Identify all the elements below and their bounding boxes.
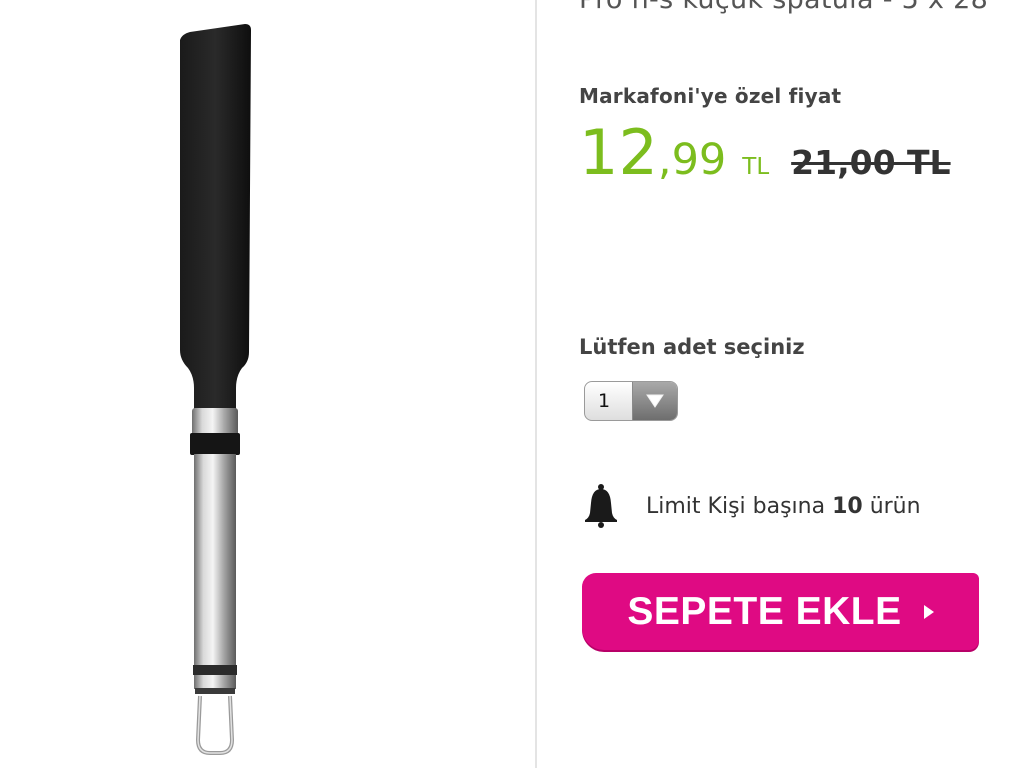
quantity-select[interactable]: 1 <box>584 381 678 421</box>
price-row: 12 ,99 TL 21,00 TL <box>579 122 951 198</box>
special-price-caption: Markafoni'ye özel fiyat <box>579 84 842 108</box>
add-to-cart-button[interactable]: SEPETE EKLE <box>582 573 979 650</box>
product-page: Pro n-s küçük spatula - 5 x 28 Markafoni… <box>0 0 1024 768</box>
add-to-cart-label: SEPETE EKLE <box>627 589 902 633</box>
price-currency: TL <box>742 154 770 180</box>
limit-count: 10 <box>832 493 863 519</box>
product-image-panel <box>0 0 535 768</box>
quantity-value: 1 <box>598 390 611 412</box>
play-arrow-icon <box>923 604 934 619</box>
limit-suffix: ürün <box>862 493 921 519</box>
price-integer: 12 <box>579 116 658 189</box>
product-title: Pro n-s küçük spatula - 5 x 28 <box>579 0 988 15</box>
old-price: 21,00 TL <box>791 143 951 182</box>
limit-text: Limit Kişi başına 10 ürün <box>646 494 921 519</box>
product-details: Pro n-s küçük spatula - 5 x 28 Markafoni… <box>537 0 1024 768</box>
purchase-limit: Limit Kişi başına 10 ürün <box>584 483 921 529</box>
price-decimal: ,99 <box>657 135 727 185</box>
quantity-label: Lütfen adet seçiniz <box>579 335 805 359</box>
spatula-image <box>180 24 251 755</box>
triangle-down-icon[interactable] <box>632 382 677 420</box>
limit-prefix: Limit Kişi başına <box>646 493 833 519</box>
bell-icon <box>585 484 617 528</box>
